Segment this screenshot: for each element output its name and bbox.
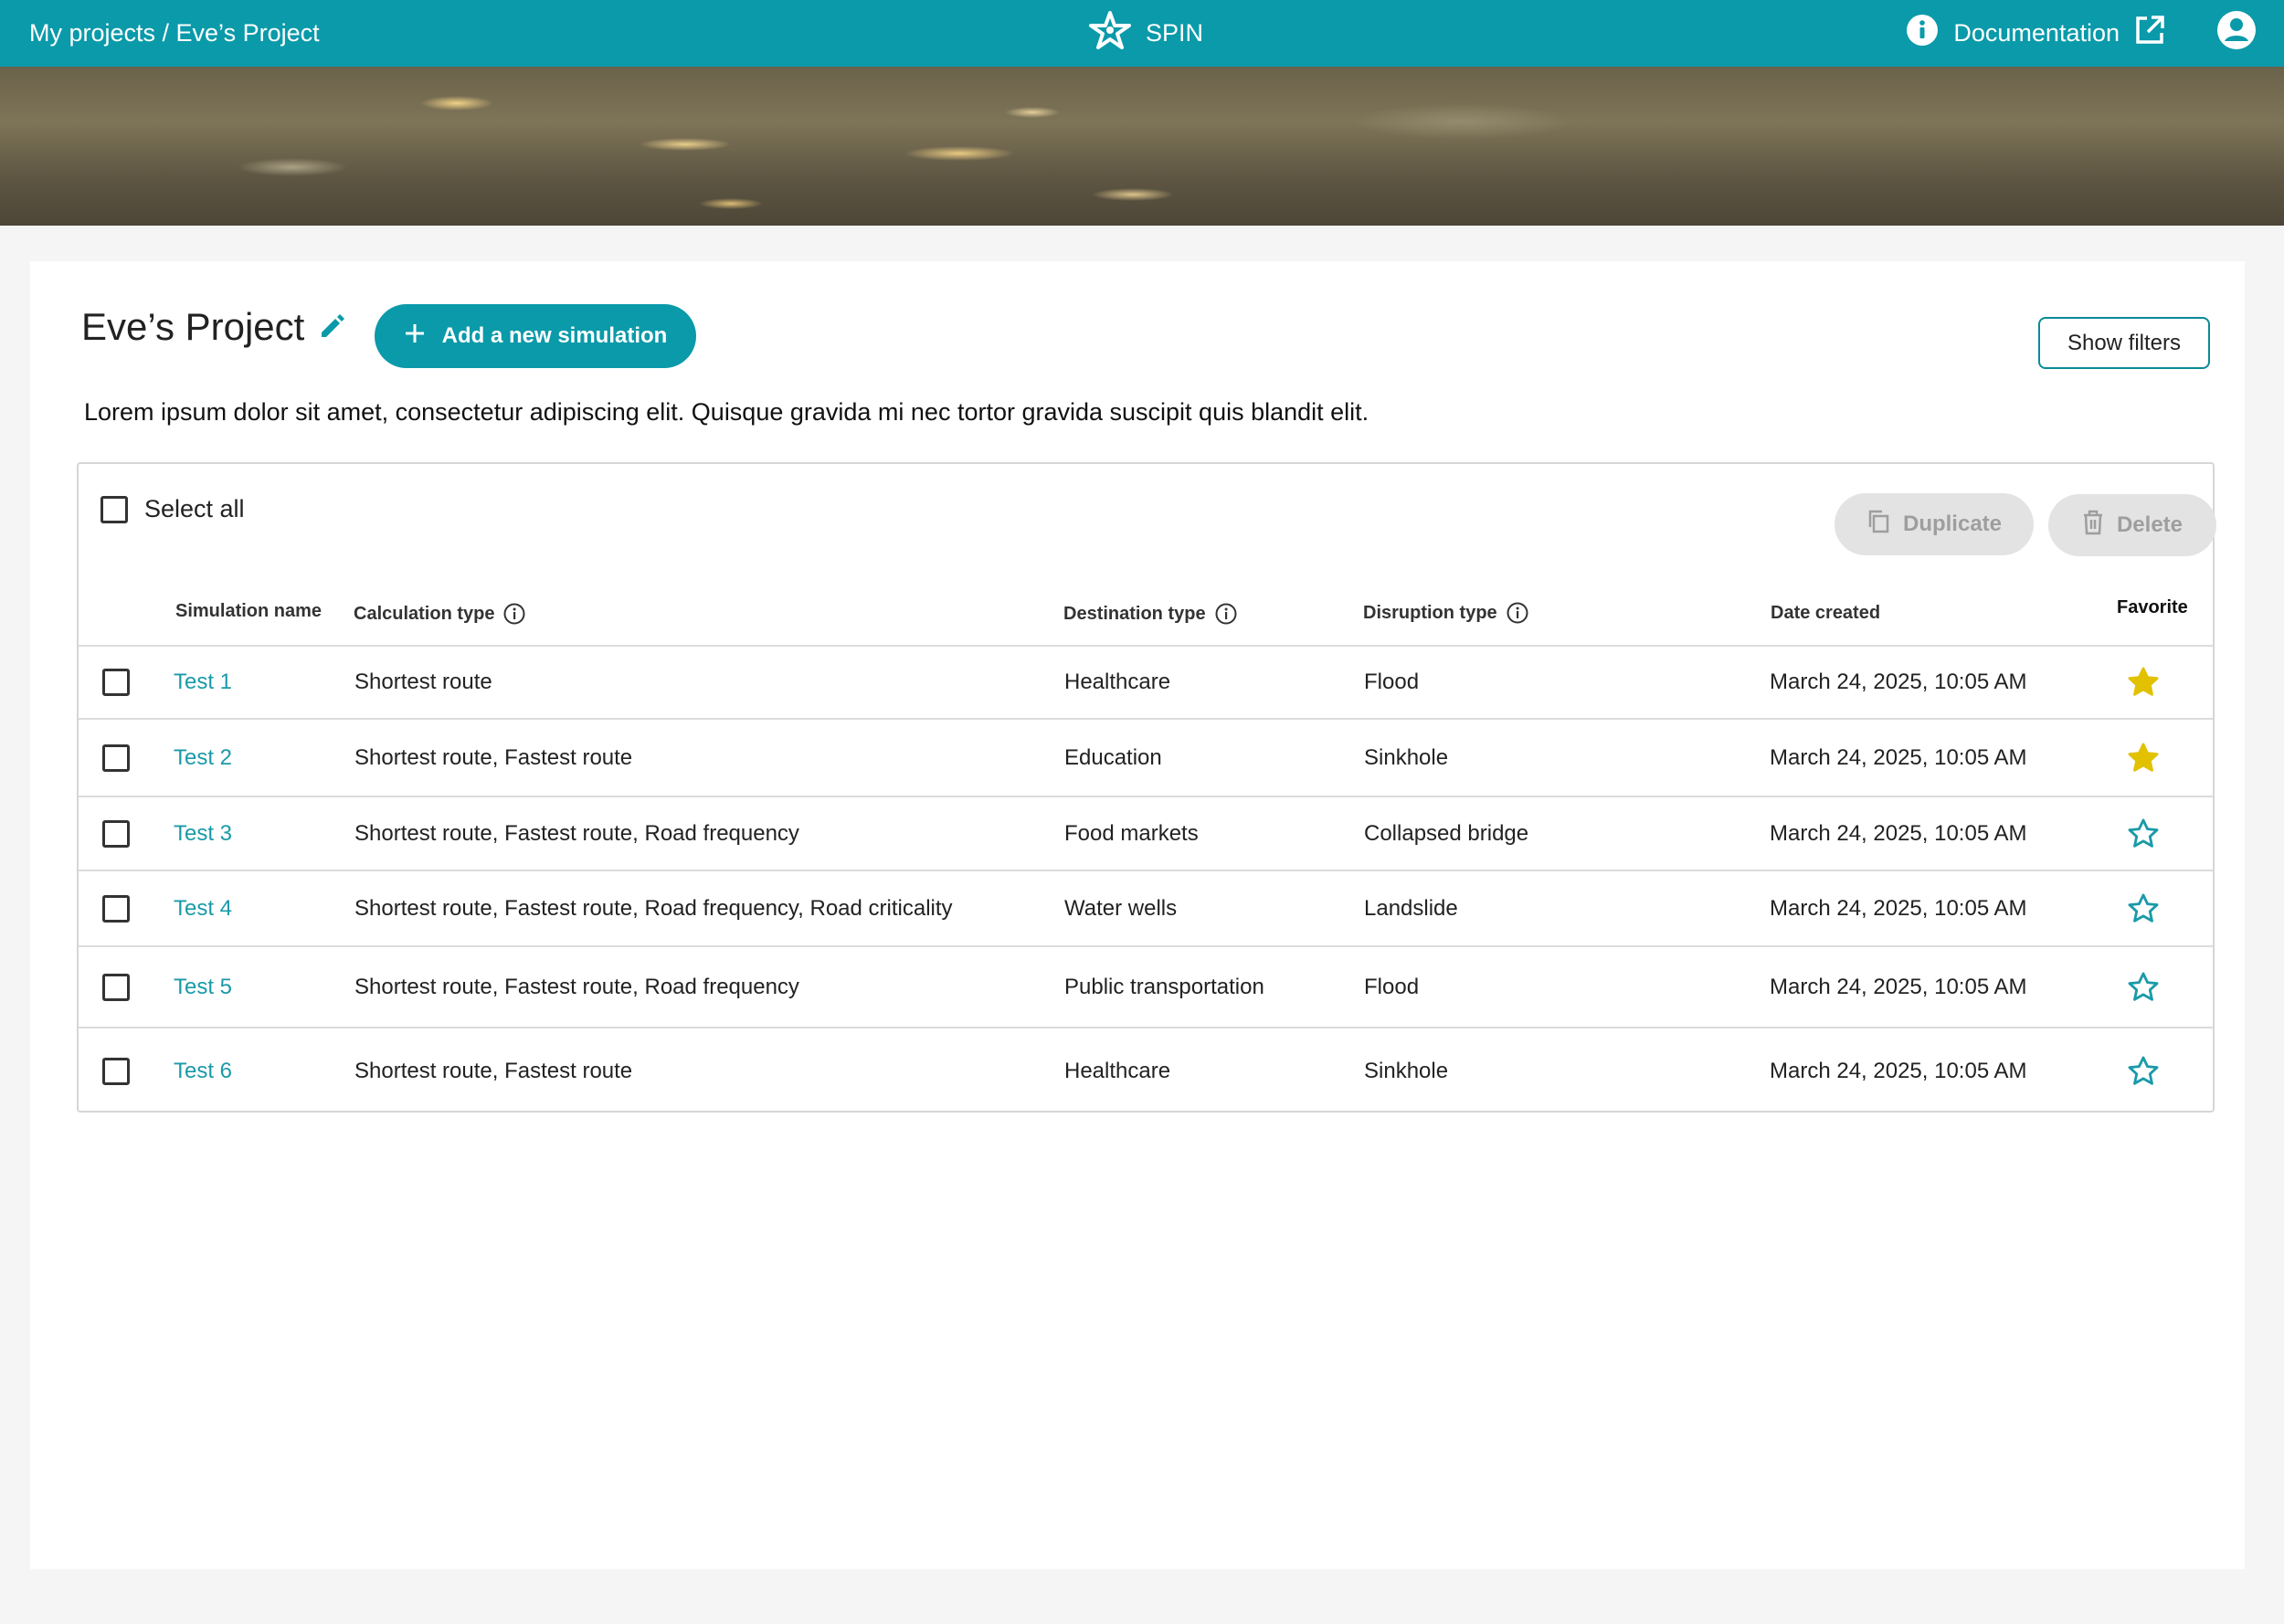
star-filled-icon[interactable] [2126,741,2161,775]
header-destination-type-label: Destination type [1063,603,1206,624]
disruption-type-cell: Sinkhole [1364,1059,1449,1083]
user-avatar-icon[interactable] [2216,10,2257,57]
header-calculation-type-label: Calculation type [354,603,495,624]
header-favorite[interactable]: Favorite [2117,597,2188,618]
table-row[interactable]: Test 5 Shortest route, Fastest route, Roa… [79,945,2213,1027]
trash-icon [2082,510,2104,542]
brand[interactable]: SPIN [1087,0,1203,67]
date-created-cell: March 24, 2025, 10:05 AM [1770,670,2027,694]
info-icon [1906,14,1939,53]
spin-logo-icon [1087,10,1133,57]
add-simulation-button[interactable]: Add a new simulation [375,304,696,368]
header-date-created[interactable]: Date created [1771,603,1880,624]
documentation-label: Documentation [1953,19,2120,47]
header-calculation-type[interactable]: Calculation type [354,603,525,625]
disruption-type-cell: Collapsed bridge [1364,820,1529,846]
header-destination-type[interactable]: Destination type [1063,603,1237,625]
date-created-cell: March 24, 2025, 10:05 AM [1770,744,2027,770]
simulation-name-link[interactable]: Test 5 [174,975,232,1000]
row-checkbox[interactable] [102,819,130,848]
destination-type-cell: Education [1064,744,1162,770]
destination-type-cell: Public transportation [1064,974,1264,999]
copy-icon [1866,509,1890,541]
info-icon[interactable] [1215,603,1237,625]
table-row[interactable]: Test 4 Shortest route, Fastest route, Roa… [79,870,2213,945]
disruption-type-cell: Flood [1364,670,1420,694]
table-row[interactable]: Test 1 Shortest route Healthcare Flood March… [79,645,2213,718]
calculation-type-cell: Shortest route, Fastest route, Road freq… [354,895,953,921]
banner-image [0,67,2284,226]
simulations-table: Select all Duplicate Delete Simulation n… [77,462,2216,1114]
show-filters-button[interactable]: Show filters [2038,317,2210,369]
add-simulation-label: Add a new simulation [441,323,668,348]
select-all[interactable]: Select all [100,495,245,523]
date-created-cell: March 24, 2025, 10:05 AM [1770,1059,2027,1083]
simulation-name-link[interactable]: Test 2 [174,745,232,771]
simulation-name-link[interactable]: Test 1 [174,670,232,695]
date-created-cell: March 24, 2025, 10:05 AM [1770,820,2027,846]
breadcrumb[interactable]: My projects / Eve’s Project [29,0,320,67]
select-all-checkbox[interactable] [100,495,128,523]
brand-name: SPIN [1146,19,1204,47]
header-disruption-type[interactable]: Disruption type [1363,602,1528,624]
star-outline-icon[interactable] [2126,817,2161,851]
info-icon[interactable] [1507,602,1528,624]
header-date-created-label: Date created [1771,603,1881,623]
table-row[interactable]: Test 3 Shortest route, Fastest route, Roa… [79,796,2213,870]
info-icon[interactable] [503,603,525,625]
star-filled-icon[interactable] [2126,665,2161,700]
delete-button[interactable]: Delete [2048,494,2216,556]
row-checkbox[interactable] [102,1058,130,1085]
duplicate-button[interactable]: Duplicate [1835,493,2034,555]
disruption-type-cell: Flood [1364,974,1420,999]
header-simulation-name-label: Simulation name [175,601,323,621]
star-outline-icon[interactable] [2126,1054,2161,1089]
table-row[interactable]: Test 2 Shortest route, Fastest route Educa… [79,718,2213,796]
header-favorite-label: Favorite [2117,597,2188,617]
destination-type-cell: Food markets [1064,820,1199,846]
pencil-icon[interactable] [319,313,346,341]
row-checkbox[interactable] [102,743,130,772]
project-description: Lorem ipsum dolor sit amet, consectetur … [84,398,1369,426]
project-card: Eve’s Project Add a new simulation Show … [30,261,2245,1569]
simulation-name-link[interactable]: Test 3 [174,821,232,847]
plus-icon [404,322,426,351]
header-disruption-type-label: Disruption type [1363,602,1497,623]
top-bar: My projects / Eve’s Project SPIN Documen… [0,0,2284,67]
disruption-type-cell: Sinkhole [1364,744,1449,770]
simulation-name-link[interactable]: Test 4 [174,896,232,922]
page-title: Eve’s Project [81,305,305,348]
calculation-type-cell: Shortest route, Fastest route, Road freq… [354,974,799,999]
destination-type-cell: Healthcare [1064,1059,1171,1083]
row-checkbox[interactable] [102,894,130,923]
calculation-type-cell: Shortest route, Fastest route, Road freq… [354,820,799,846]
row-checkbox[interactable] [102,973,130,1001]
disruption-type-cell: Landslide [1364,895,1458,921]
destination-type-cell: Water wells [1064,895,1178,921]
calculation-type-cell: Shortest route, Fastest route [354,1059,633,1083]
star-outline-icon[interactable] [2126,970,2161,1005]
simulation-name-link[interactable]: Test 6 [174,1059,232,1084]
table-row[interactable]: Test 6 Shortest route, Fastest route Healt… [79,1027,2213,1114]
select-all-label: Select all [144,495,245,522]
delete-label: Delete [2116,512,2184,537]
calculation-type-cell: Shortest route, Fastest route [354,744,633,770]
external-link-icon [2134,15,2165,52]
destination-type-cell: Healthcare [1064,670,1171,694]
calculation-type-cell: Shortest route [354,670,492,694]
header-simulation-name[interactable]: Simulation name [175,601,322,622]
documentation-link[interactable]: Documentation [1906,14,2165,53]
date-created-cell: March 24, 2025, 10:05 AM [1770,974,2027,999]
duplicate-label: Duplicate [1902,511,2003,536]
star-outline-icon[interactable] [2126,891,2161,926]
row-checkbox[interactable] [102,669,130,696]
date-created-cell: March 24, 2025, 10:05 AM [1770,895,2027,921]
